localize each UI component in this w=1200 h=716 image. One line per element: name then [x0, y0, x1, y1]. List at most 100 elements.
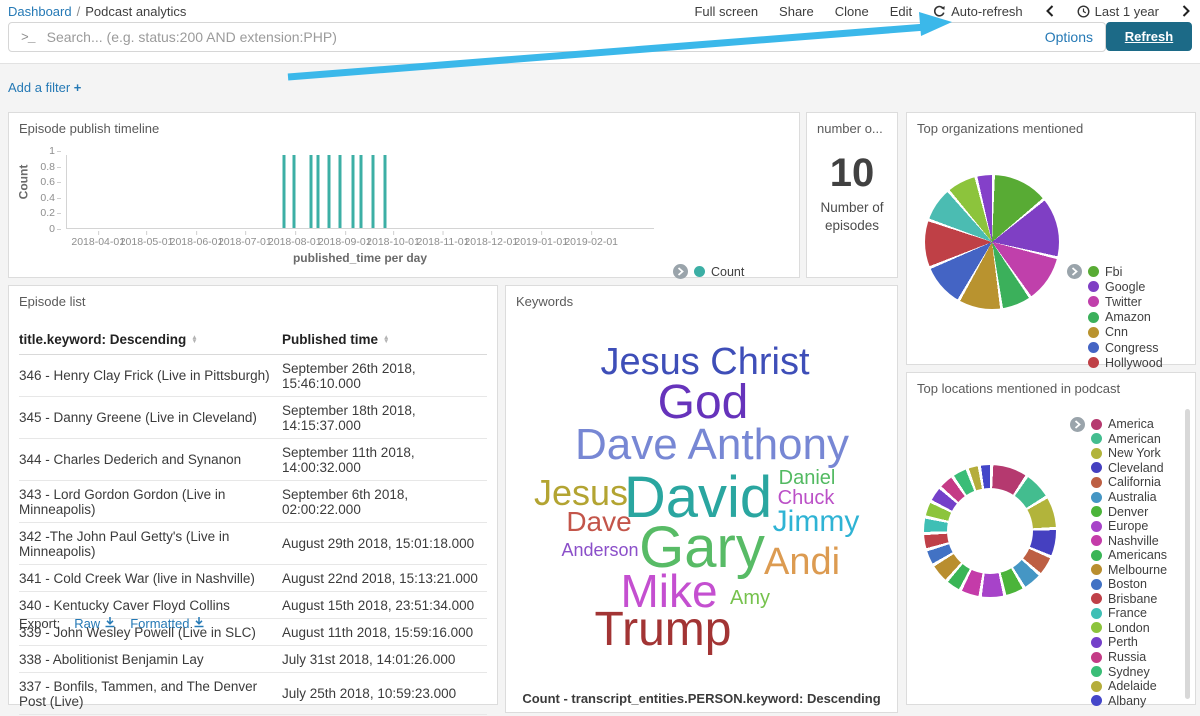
share-button[interactable]: Share	[779, 4, 814, 19]
table-row: 341 - Cold Creek War (live in Nashville)…	[19, 565, 487, 592]
legend-item-cleveland[interactable]: Cleveland	[1091, 461, 1167, 476]
legend-label: Perth	[1108, 635, 1138, 649]
search-input[interactable]	[45, 28, 1033, 46]
legend-item-albany[interactable]: Albany	[1091, 693, 1167, 708]
keyword-word-jimmy[interactable]: Jimmy	[773, 507, 860, 537]
legend-item-new-york[interactable]: New York	[1091, 446, 1167, 461]
timepicker-button[interactable]: Last 1 year	[1077, 4, 1159, 19]
legend-item-nashville[interactable]: Nashville	[1091, 533, 1167, 548]
legend-label: Cleveland	[1108, 461, 1164, 475]
timeline-bar-2018-08-11[interactable]	[310, 155, 313, 228]
legend-toggle-icon[interactable]	[1067, 264, 1082, 279]
legend-color-dot	[1091, 652, 1102, 663]
clone-button[interactable]: Clone	[835, 4, 869, 19]
keyword-word-dave[interactable]: Dave	[566, 508, 631, 536]
breadcrumb-dashboard-link[interactable]: Dashboard	[8, 4, 72, 19]
legend-item-fbi[interactable]: Fbi	[1088, 264, 1174, 279]
table-cell: September 11th 2018, 14:00:32.000	[282, 439, 487, 481]
legend-item-amazon[interactable]: Amazon	[1088, 310, 1174, 325]
time-back-button[interactable]	[1044, 5, 1056, 17]
legend-item-google[interactable]: Google	[1088, 279, 1174, 294]
timeline-bar-2018-09-06[interactable]	[352, 155, 355, 228]
legend-item-hollywood[interactable]: Hollywood	[1088, 355, 1174, 370]
export-formatted-link[interactable]: Formatted	[130, 616, 205, 631]
legend-label: Nashville	[1108, 534, 1159, 548]
plus-icon: +	[74, 80, 82, 95]
legend-color-dot	[1091, 593, 1102, 604]
episode-table: title.keyword: Descending▲▼ Published ti…	[19, 326, 487, 715]
column-header-title[interactable]: title.keyword: Descending▲▼	[19, 326, 282, 355]
legend-scrollbar[interactable]	[1185, 409, 1190, 699]
legend-item-twitter[interactable]: Twitter	[1088, 294, 1174, 309]
legend-item-sydney[interactable]: Sydney	[1091, 664, 1167, 679]
timeline-bar-2018-09-18[interactable]	[371, 155, 374, 228]
column-header-published-time[interactable]: Published time▲▼	[282, 326, 487, 355]
keyword-word-anderson[interactable]: Anderson	[561, 541, 638, 559]
y-tick-label: 0.6	[40, 176, 55, 188]
legend-item-australia[interactable]: Australia	[1091, 490, 1167, 505]
legend-item-boston[interactable]: Boston	[1091, 577, 1167, 592]
x-tick-label: 2019-02-01	[564, 233, 618, 248]
legend-item-americans[interactable]: Americans	[1091, 548, 1167, 563]
timeline-bar-2018-07-25[interactable]	[283, 155, 286, 228]
locations-donut-chart[interactable]	[924, 465, 1056, 597]
legend-item-perth[interactable]: Perth	[1091, 635, 1167, 650]
legend-item-london[interactable]: London	[1091, 621, 1167, 636]
legend-color-dot	[1091, 550, 1102, 561]
search-row: >_ Options Refresh	[8, 22, 1192, 54]
legend-item-france[interactable]: France	[1091, 606, 1167, 621]
legend-item-brisbane[interactable]: Brisbane	[1091, 592, 1167, 607]
timeline-bar-2018-08-29[interactable]	[339, 155, 342, 228]
timeline-plot-area[interactable]	[66, 155, 654, 229]
legend-item-california[interactable]: California	[1091, 475, 1167, 490]
timeline-bar-2018-09-26[interactable]	[384, 155, 387, 228]
timeline-bar-2018-08-22[interactable]	[328, 155, 331, 228]
legend-label: American	[1108, 432, 1161, 446]
legend-item-america[interactable]: America	[1091, 417, 1167, 432]
metric: 10 Number of episodes	[807, 153, 897, 234]
legend-item-melbourne[interactable]: Melbourne	[1091, 562, 1167, 577]
page-title: Podcast analytics	[85, 4, 186, 19]
legend-item-american[interactable]: American	[1091, 432, 1167, 447]
legend-color-dot	[1091, 448, 1102, 459]
x-axis-ticks: 2018-04-012018-05-012018-06-012018-07-01…	[66, 233, 654, 247]
legend-label[interactable]: Count	[711, 265, 744, 279]
panel-title: Top organizations mentioned	[907, 113, 1195, 136]
legend-color-dot	[1091, 666, 1102, 677]
edit-button[interactable]: Edit	[890, 4, 912, 19]
timeline-bar-2018-08-15[interactable]	[316, 155, 319, 228]
legend-label: Russia	[1108, 650, 1146, 664]
x-tick-label: 2018-09-01	[318, 233, 372, 248]
full-screen-button[interactable]: Full screen	[694, 4, 758, 19]
legend-item-cnn[interactable]: Cnn	[1088, 325, 1174, 340]
organizations-pie-chart[interactable]	[925, 175, 1059, 309]
legend-item-russia[interactable]: Russia	[1091, 650, 1167, 665]
timeline-bar-2018-09-11[interactable]	[360, 155, 363, 228]
legend-color-dot	[1091, 608, 1102, 619]
keyword-word-andi[interactable]: Andi	[764, 543, 840, 581]
auto-refresh-button[interactable]: Auto-refresh	[933, 4, 1023, 19]
legend-toggle-icon[interactable]	[1070, 417, 1085, 432]
keyword-word-amy[interactable]: Amy	[730, 588, 770, 608]
legend-color-dot	[1091, 622, 1102, 633]
legend-toggle-icon[interactable]	[673, 264, 688, 279]
legend-item-adelaide[interactable]: Adelaide	[1091, 679, 1167, 694]
legend-item-denver[interactable]: Denver	[1091, 504, 1167, 519]
legend-item-congress[interactable]: Congress	[1088, 340, 1174, 355]
keyword-word-trump[interactable]: Trump	[595, 606, 732, 654]
table-cell: July 25th 2018, 10:59:23.000	[282, 673, 487, 715]
timeline-bar-2018-07-31[interactable]	[292, 155, 295, 228]
legend-label: France	[1108, 606, 1147, 620]
add-filter-link[interactable]: Add a filter +	[8, 80, 81, 95]
keyword-word-daniel[interactable]: Daniel	[779, 468, 836, 488]
legend-item-europe[interactable]: Europe	[1091, 519, 1167, 534]
x-tick-label: 2018-10-01	[366, 233, 420, 248]
options-link[interactable]: Options	[1045, 29, 1093, 45]
keyword-word-dave-anthony[interactable]: Dave Anthony	[575, 423, 849, 467]
export-raw-link[interactable]: Raw	[74, 616, 116, 631]
refresh-button[interactable]: Refresh	[1106, 22, 1192, 51]
panel-title: Episode list	[9, 286, 497, 309]
time-forward-button[interactable]	[1180, 5, 1192, 17]
search-bar[interactable]: >_ Options	[8, 22, 1106, 52]
table-cell: 338 - Abolitionist Benjamin Lay	[19, 646, 282, 673]
